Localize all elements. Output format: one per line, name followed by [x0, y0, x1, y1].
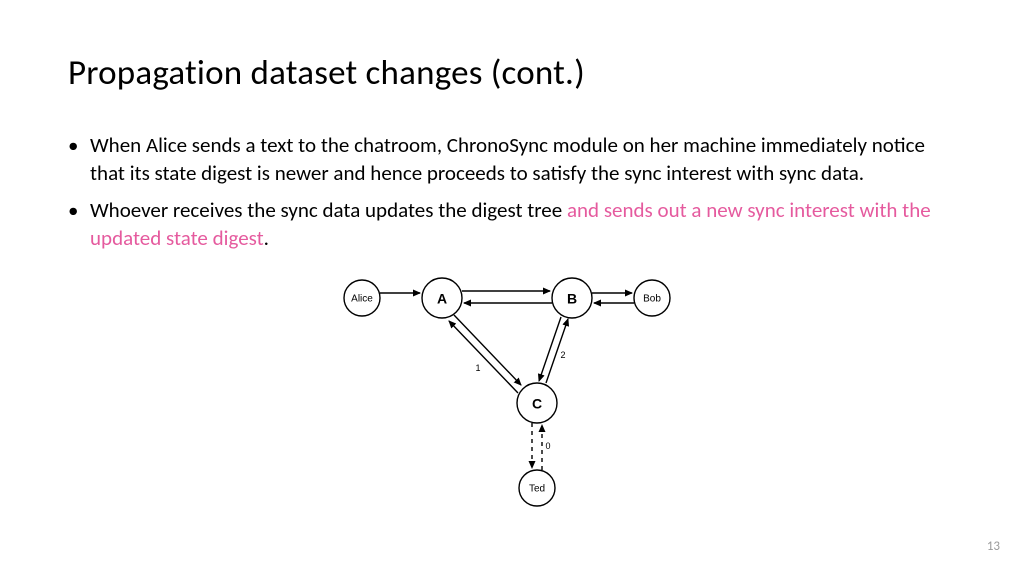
page-number: 13 [987, 539, 1000, 554]
edge-c-to-a [449, 321, 518, 393]
bullet-text: Whoever receives the sync data updates t… [88, 197, 956, 252]
bullet-text: When Alice sends a text to the chatroom,… [88, 132, 956, 187]
bullet-text-pre: Whoever receives the sync data updates t… [90, 197, 567, 223]
weight-bc: 2 [560, 350, 565, 360]
bullet-text-post: . [264, 225, 269, 251]
slide-body: • When Alice sends a text to the chatroo… [0, 94, 1024, 523]
bullet-text-pre: When Alice sends a text to the chatroom,… [90, 132, 925, 186]
bullet-dot: • [68, 197, 88, 252]
network-diagram: Alice A B Bob C Ted 1 2 0 [68, 263, 956, 523]
label-a: A [437, 291, 447, 307]
edge-a-to-c [454, 315, 521, 385]
weight-ac: 1 [475, 363, 480, 373]
bullet-item: • When Alice sends a text to the chatroo… [68, 132, 956, 187]
slide-title: Propagation dataset changes (cont.) [0, 0, 1024, 94]
label-alice: Alice [351, 294, 373, 305]
bullet-item: • Whoever receives the sync data updates… [68, 197, 956, 252]
label-bob: Bob [643, 294, 661, 305]
label-b: B [567, 291, 577, 307]
label-c: C [532, 396, 542, 412]
bullet-dot: • [68, 132, 88, 187]
label-ted: Ted [529, 484, 545, 495]
weight-cted: 0 [545, 441, 550, 451]
